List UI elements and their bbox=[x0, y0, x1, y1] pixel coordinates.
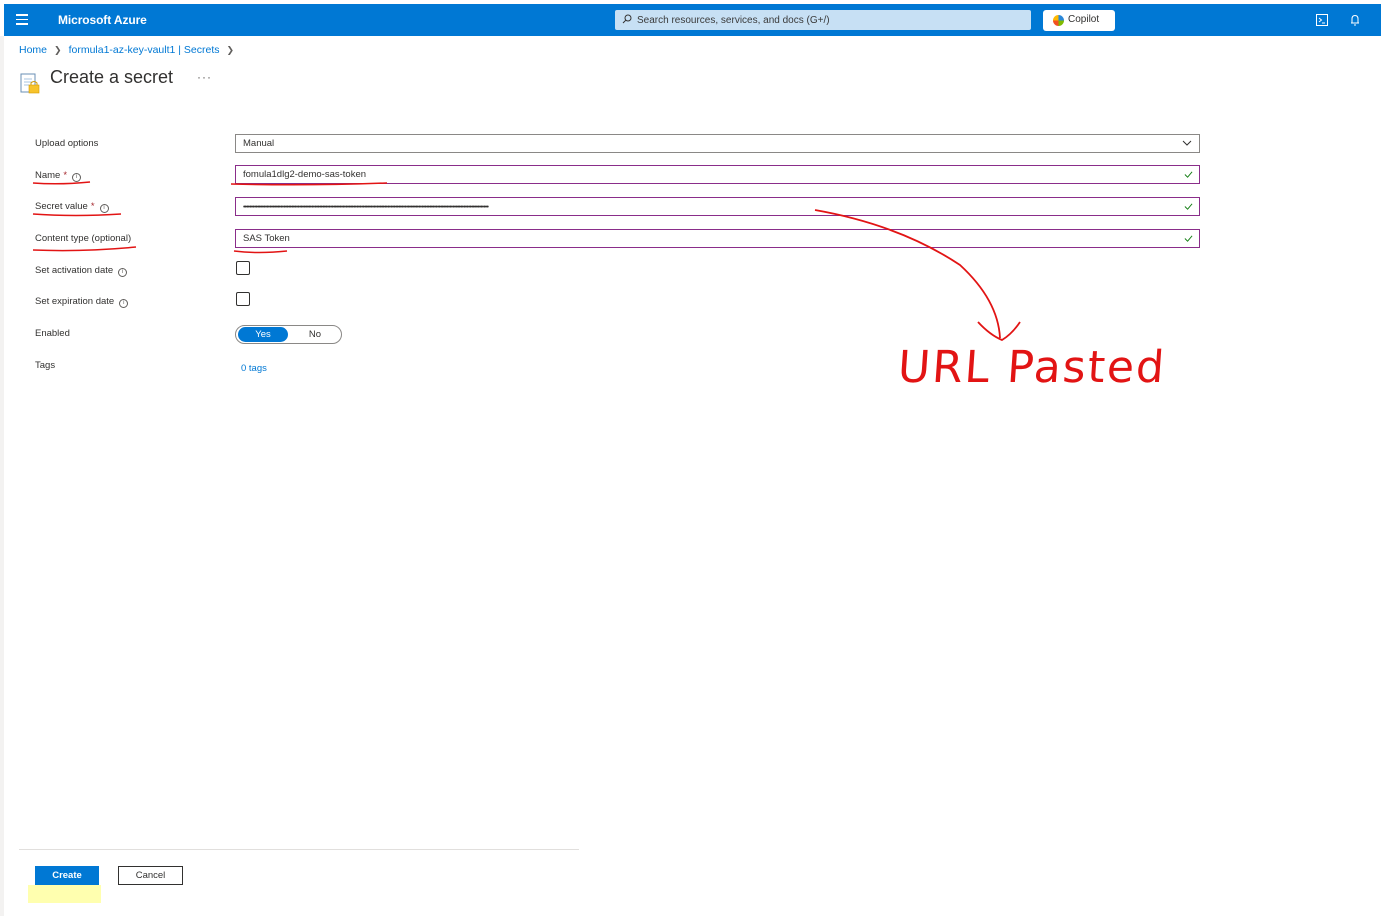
enabled-label-text: Enabled bbox=[35, 328, 70, 339]
copilot-icon bbox=[1053, 15, 1064, 26]
content-type-label: Content type (optional) bbox=[35, 233, 131, 244]
create-button[interactable]: Create bbox=[35, 866, 99, 885]
enabled-label: Enabled bbox=[35, 328, 70, 339]
breadcrumb-home[interactable]: Home bbox=[19, 44, 47, 56]
required-asterisk: * bbox=[90, 201, 95, 212]
activation-date-checkbox[interactable] bbox=[236, 261, 250, 275]
upload-options-label-text: Upload options bbox=[35, 138, 99, 149]
upload-options-selected-value: Manual bbox=[243, 138, 275, 149]
underline-content-type bbox=[32, 246, 137, 252]
tags-label-text: Tags bbox=[35, 360, 56, 371]
valid-check-icon bbox=[1184, 235, 1193, 242]
info-icon[interactable]: i bbox=[119, 299, 129, 308]
info-icon[interactable]: i bbox=[99, 204, 109, 213]
chevron-down-icon bbox=[1182, 140, 1192, 146]
top-navigation-bar: Microsoft Azure Copilot bbox=[4, 4, 1381, 36]
hamburger-menu-icon[interactable] bbox=[16, 14, 30, 26]
search-icon bbox=[622, 14, 632, 24]
cloud-shell-icon[interactable] bbox=[1315, 13, 1329, 27]
breadcrumb-key-vault-secrets[interactable]: formula1-az-key-vault1 | Secrets bbox=[69, 44, 220, 56]
footer-divider bbox=[19, 849, 579, 850]
upload-options-dropdown[interactable]: Manual bbox=[235, 134, 1200, 153]
content-type-field[interactable] bbox=[235, 229, 1200, 248]
enabled-yes-option[interactable]: Yes bbox=[238, 327, 288, 342]
upload-options-label: Upload options bbox=[35, 138, 98, 149]
left-edge-strip bbox=[0, 36, 4, 916]
notifications-bell-icon[interactable] bbox=[1348, 13, 1362, 27]
yellow-highlight-annotation bbox=[28, 885, 101, 903]
chevron-right-icon: ❯ bbox=[54, 44, 62, 55]
info-icon[interactable]: i bbox=[72, 173, 82, 182]
tags-label: Tags bbox=[35, 360, 55, 371]
key-vault-secret-icon bbox=[20, 73, 40, 94]
url-pasted-annotation: URL Pasted bbox=[896, 342, 1168, 393]
content-type-label-text: Content type (optional) bbox=[35, 233, 132, 244]
secret-value-masked[interactable]: ••••••••••••••••••••••••••••••••••••••••… bbox=[243, 204, 489, 211]
enabled-no-option[interactable]: No bbox=[291, 327, 339, 342]
expiration-date-label: Set expiration date i bbox=[35, 296, 129, 308]
required-asterisk: * bbox=[63, 170, 68, 181]
name-input[interactable] bbox=[243, 169, 1163, 180]
copilot-label: Copilot bbox=[1068, 14, 1100, 25]
copilot-button[interactable]: Copilot bbox=[1043, 10, 1115, 31]
breadcrumb: Home ❯ formula1-az-key-vault1 | Secrets … bbox=[19, 44, 241, 56]
secret-value-label-text: Secret value bbox=[35, 201, 88, 212]
valid-check-icon bbox=[1184, 171, 1193, 178]
activation-date-label: Set activation date i bbox=[35, 265, 128, 277]
global-search-box[interactable] bbox=[615, 10, 1031, 30]
page-title: Create a secret bbox=[50, 67, 174, 87]
azure-brand-title[interactable]: Microsoft Azure bbox=[58, 13, 147, 27]
expiration-date-label-text: Set expiration date bbox=[35, 296, 115, 307]
arrow-head bbox=[977, 321, 1021, 342]
info-icon[interactable]: i bbox=[118, 268, 128, 277]
chevron-right-icon: ❯ bbox=[226, 44, 235, 55]
valid-check-icon bbox=[1184, 203, 1193, 210]
expiration-date-checkbox[interactable] bbox=[236, 292, 250, 306]
search-input[interactable] bbox=[637, 12, 1017, 28]
underline-name bbox=[32, 181, 91, 185]
cancel-button[interactable]: Cancel bbox=[118, 866, 183, 885]
name-field[interactable] bbox=[235, 165, 1200, 184]
secret-value-label: Secret value * i bbox=[35, 201, 109, 213]
activation-date-label-text: Set activation date bbox=[35, 265, 114, 276]
name-label-text: Name bbox=[35, 170, 61, 181]
enabled-toggle[interactable]: Yes No bbox=[235, 325, 342, 344]
secret-value-field[interactable]: ••••••••••••••••••••••••••••••••••••••••… bbox=[235, 197, 1200, 216]
underline-content-type-value bbox=[233, 250, 288, 254]
content-type-input[interactable] bbox=[243, 233, 1163, 244]
tags-link[interactable]: 0 tags bbox=[241, 363, 267, 374]
underline-secret-value bbox=[32, 213, 122, 217]
name-label: Name * i bbox=[35, 170, 82, 182]
more-options-icon[interactable]: ··· bbox=[197, 70, 212, 84]
